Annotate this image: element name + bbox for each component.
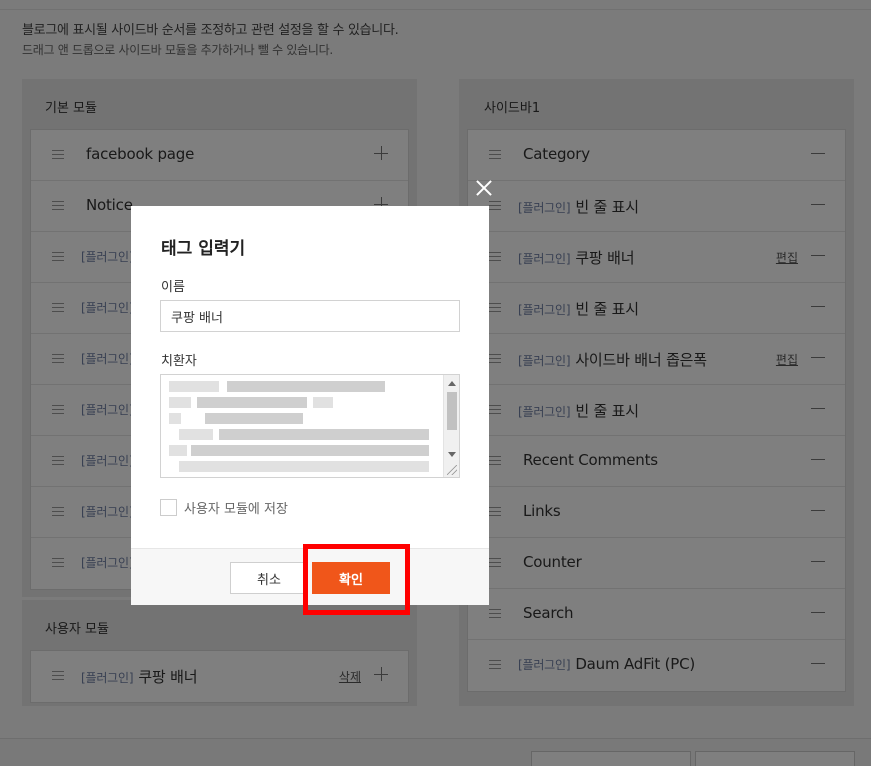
cancel-button[interactable]: 취소	[230, 562, 308, 594]
save-checkbox-label: 사용자 모듈에 저장	[184, 502, 288, 517]
confirm-highlight-box	[303, 544, 410, 615]
code-label: 치환자	[161, 354, 197, 369]
name-input[interactable]	[160, 300, 460, 332]
resize-grip-icon[interactable]	[447, 465, 457, 475]
scroll-thumb[interactable]	[447, 392, 457, 430]
scroll-up-icon[interactable]	[448, 381, 456, 386]
scroll-down-icon[interactable]	[448, 452, 456, 457]
save-to-user-module-option[interactable]: 사용자 모듈에 저장	[160, 498, 288, 517]
code-textarea[interactable]	[160, 374, 460, 478]
dialog-title: 태그 입력기	[161, 239, 246, 259]
textarea-scrollbar[interactable]	[443, 375, 459, 477]
name-label: 이름	[161, 280, 185, 295]
save-checkbox[interactable]	[160, 499, 177, 516]
close-icon[interactable]	[476, 180, 492, 196]
